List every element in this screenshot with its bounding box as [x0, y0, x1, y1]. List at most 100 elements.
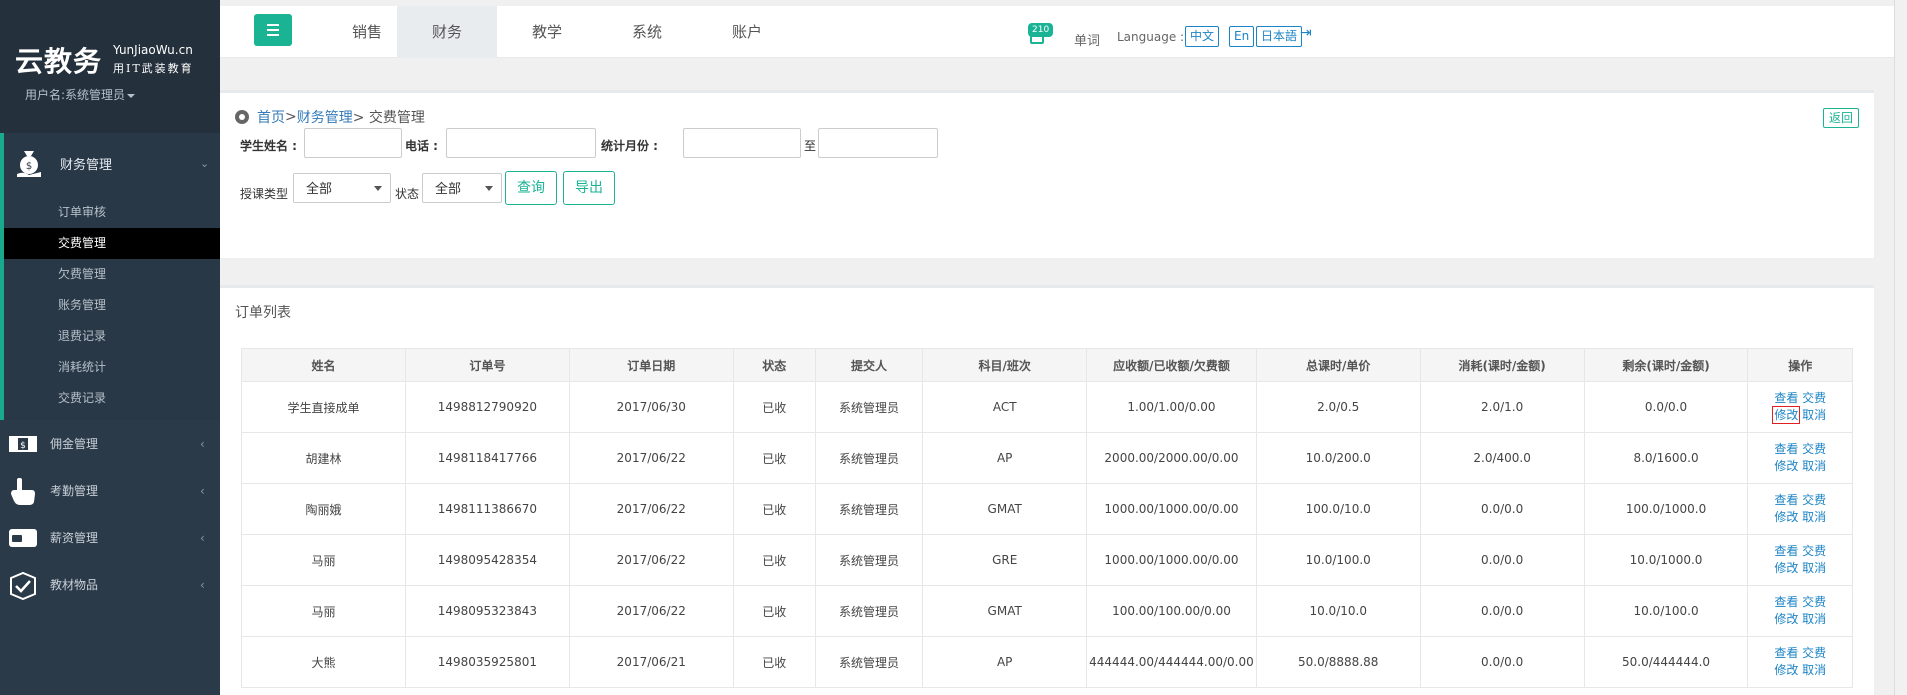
- vocabulary-link[interactable]: 单词: [1074, 30, 1100, 49]
- edit-link[interactable]: 修改: [1772, 406, 1801, 424]
- pay-link[interactable]: 交费: [1802, 646, 1826, 660]
- edit-link[interactable]: 修改: [1774, 561, 1798, 575]
- table-cell: 1000.00/1000.00/0.00: [1086, 534, 1257, 586]
- language-japanese-button[interactable]: 日本語: [1256, 26, 1303, 47]
- back-button[interactable]: 返回: [1822, 108, 1859, 128]
- view-link[interactable]: 查看: [1774, 442, 1798, 456]
- chevron-left-icon: ‹: [200, 577, 205, 592]
- tab-teaching[interactable]: 教学: [497, 6, 597, 58]
- tab-finance[interactable]: 财务: [397, 6, 497, 58]
- export-button[interactable]: 导出: [563, 171, 615, 205]
- phone-label: 电话 :: [405, 139, 438, 153]
- start-month-input[interactable]: [683, 128, 801, 158]
- cancel-link[interactable]: 取消: [1802, 663, 1826, 677]
- sidebar: 云教务 YunJiaoWu.cn 用IT武装教育 用户名:系统管理员 $ 财务管…: [0, 0, 220, 695]
- submenu-consumption-stats[interactable]: 消耗统计: [4, 352, 220, 383]
- chevron-left-icon: ‹: [200, 483, 205, 498]
- table-cell: 10.0/100.0: [1583, 585, 1749, 637]
- view-link[interactable]: 查看: [1774, 646, 1798, 660]
- table-row: 大熊 1498035925801 2017/06/21 已收 系统管理员 AP 444444…: [241, 636, 1853, 688]
- actions-cell: 查看 交费 修改 取消: [1747, 381, 1853, 433]
- edit-link[interactable]: 修改: [1774, 510, 1798, 524]
- view-link[interactable]: 查看: [1774, 493, 1798, 507]
- table-cell: 2000.00/2000.00/0.00: [1086, 432, 1257, 484]
- course-type-select[interactable]: 全部: [293, 173, 391, 203]
- sidebar-item-commission[interactable]: $ 佣金管理 ‹: [0, 420, 220, 467]
- edit-link[interactable]: 修改: [1774, 459, 1798, 473]
- table-cell: 系统管理员: [814, 432, 924, 484]
- table-cell: 2.0/1.0: [1419, 381, 1585, 433]
- submenu-accounts-management[interactable]: 账务管理: [4, 290, 220, 321]
- table-cell: 2017/06/22: [568, 432, 734, 484]
- cancel-link[interactable]: 取消: [1802, 459, 1826, 473]
- row-actions: 查看 交费 修改 取消: [1772, 390, 1826, 424]
- tab-system[interactable]: 系统: [597, 6, 697, 58]
- tab-account[interactable]: 账户: [697, 6, 797, 58]
- cancel-link[interactable]: 取消: [1802, 408, 1826, 422]
- table-cell: 马丽: [241, 585, 406, 637]
- table-row: 马丽 1498095323843 2017/06/22 已收 系统管理员 GMAT 100.…: [241, 585, 1853, 637]
- query-button[interactable]: 查询: [505, 171, 557, 205]
- view-link[interactable]: 查看: [1774, 595, 1798, 609]
- view-link[interactable]: 查看: [1774, 391, 1798, 405]
- pay-link[interactable]: 交费: [1802, 493, 1826, 507]
- submenu-arrears-management[interactable]: 欠费管理: [4, 259, 220, 290]
- row-actions: 查看 交费 修改 取消: [1774, 645, 1826, 679]
- view-link[interactable]: 查看: [1774, 544, 1798, 558]
- table-cell: 2017/06/22: [568, 483, 734, 535]
- location-pin-icon: [235, 110, 249, 124]
- chevron-down-icon: ⌄: [200, 156, 210, 170]
- table-row: 学生直接成单 1498812790920 2017/06/30 已收 系统管理员 ACT 1…: [241, 381, 1853, 433]
- sidebar-item-label: 考勤管理: [50, 484, 99, 498]
- breadcrumb-separator: >: [285, 109, 297, 125]
- cancel-link[interactable]: 取消: [1802, 561, 1826, 575]
- submenu-payment-management[interactable]: 交费管理: [4, 228, 220, 259]
- table-cell: 444444.00/444444.00/0.00: [1086, 636, 1257, 688]
- wallet-icon: [6, 522, 40, 554]
- pay-link[interactable]: 交费: [1802, 544, 1826, 558]
- edit-link[interactable]: 修改: [1774, 663, 1798, 677]
- logout-icon[interactable]: ⇥: [1300, 25, 1312, 41]
- menu-toggle-button[interactable]: [254, 14, 292, 46]
- table-cell: 8.0/1600.0: [1583, 432, 1749, 484]
- status-select[interactable]: 全部: [422, 173, 502, 203]
- student-name-input[interactable]: [304, 128, 402, 158]
- edit-link[interactable]: 修改: [1774, 612, 1798, 626]
- cancel-link[interactable]: 取消: [1802, 612, 1826, 626]
- table-cell: 100.0/10.0: [1255, 483, 1421, 535]
- table-cell: 2017/06/22: [568, 585, 734, 637]
- sidebar-item-attendance[interactable]: 考勤管理 ‹: [0, 467, 220, 514]
- submenu-refund-records[interactable]: 退费记录: [4, 321, 220, 352]
- column-header: 消耗(课时/金额): [1419, 348, 1585, 382]
- table-cell: GMAT: [922, 483, 1088, 535]
- end-month-input[interactable]: [818, 128, 938, 158]
- table-cell: 2.0/0.5: [1255, 381, 1421, 433]
- language-chinese-button[interactable]: 中文: [1185, 26, 1220, 47]
- caret-down-icon: [485, 186, 493, 191]
- actions-cell: 查看 交费 修改 取消: [1747, 432, 1853, 484]
- finance-submenu: 订单审核 交费管理 欠费管理 账务管理 退费记录 消耗统计 交费记录: [0, 193, 220, 420]
- breadcrumb-home-link[interactable]: 首页: [257, 107, 285, 127]
- sidebar-item-finance[interactable]: $ 财务管理 ⌄: [0, 133, 220, 193]
- language-english-button[interactable]: En: [1229, 26, 1255, 47]
- sidebar-item-materials[interactable]: 教材物品 ‹: [0, 561, 220, 608]
- table-row: 马丽 1498095428354 2017/06/22 已收 系统管理员 GRE 1000.…: [241, 534, 1853, 586]
- search-panel: 首页 > 财务管理 > 交费管理 返回 学生姓名 : 电话 : 统计月份 : 至…: [220, 90, 1874, 258]
- breadcrumb-finance-link[interactable]: 财务管理: [297, 107, 353, 127]
- cancel-link[interactable]: 取消: [1802, 510, 1826, 524]
- submenu-order-review[interactable]: 订单审核: [4, 197, 220, 228]
- table-cell: 0.0/0.0: [1419, 585, 1585, 637]
- pay-link[interactable]: 交费: [1802, 391, 1826, 405]
- phone-input[interactable]: [446, 128, 596, 158]
- submenu-payment-records[interactable]: 交费记录: [4, 383, 220, 414]
- to-label: 至: [804, 139, 817, 153]
- pay-link[interactable]: 交费: [1802, 595, 1826, 609]
- page-scrollbar[interactable]: [1894, 0, 1907, 695]
- user-menu[interactable]: 用户名:系统管理员: [25, 86, 136, 103]
- sidebar-item-salary[interactable]: 薪资管理 ‹: [0, 514, 220, 561]
- pay-link[interactable]: 交费: [1802, 442, 1826, 456]
- table-cell: 1000.00/1000.00/0.00: [1086, 483, 1257, 535]
- order-table: 姓名 订单号 订单日期 状态 提交人 科目/班次 应收额/已收额/欠费额 总课时/单价 消耗(课…: [241, 348, 1853, 688]
- order-list-title: 订单列表: [235, 305, 291, 321]
- table-row: 胡建林 1498118417766 2017/06/22 已收 系统管理员 AP 2000.…: [241, 432, 1853, 484]
